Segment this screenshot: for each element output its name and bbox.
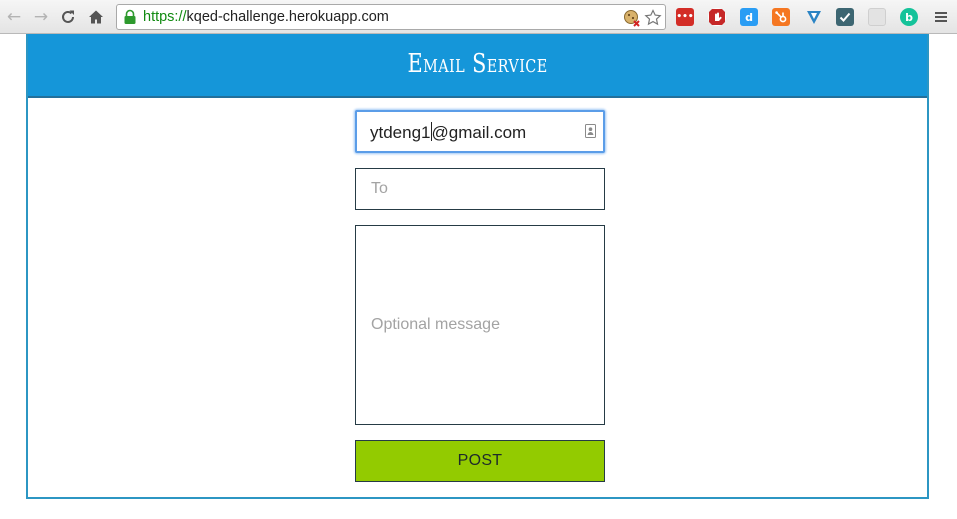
disconnect-icon[interactable]: d xyxy=(740,8,758,26)
grammarly-icon[interactable]: b xyxy=(900,8,918,26)
autofill-contact-icon[interactable] xyxy=(585,124,596,138)
lock-icon xyxy=(124,9,136,24)
message-placeholder: Optional message xyxy=(371,316,500,333)
checkmark-extension-icon[interactable] xyxy=(836,8,854,26)
cookie-blocked-icon[interactable] xyxy=(622,8,641,27)
menu-icon[interactable] xyxy=(930,6,952,28)
url-text: https://kqed-challenge.herokuapp.com xyxy=(143,9,389,25)
ublock-icon[interactable] xyxy=(708,8,726,26)
message-textarea[interactable]: Optional message xyxy=(355,225,605,425)
to-email-input[interactable]: To xyxy=(355,168,605,210)
reload-icon[interactable] xyxy=(57,6,79,28)
bookmark-star-icon[interactable] xyxy=(643,8,662,27)
header-divider xyxy=(28,96,927,98)
page-title: Email Service xyxy=(407,49,548,79)
vimium-icon[interactable] xyxy=(805,8,823,26)
lastpass-icon[interactable]: ••• xyxy=(676,8,694,26)
page-header: Email Service xyxy=(28,34,927,96)
back-arrow-icon[interactable]: ← xyxy=(3,6,25,28)
from-email-after-caret: @gmail.com xyxy=(431,123,527,142)
blank-extension-icon[interactable] xyxy=(868,8,886,26)
url-scheme: https:// xyxy=(143,9,187,25)
home-icon[interactable] xyxy=(85,6,107,28)
address-bar[interactable]: https://kqed-challenge.herokuapp.com xyxy=(116,4,666,30)
forward-arrow-icon[interactable]: → xyxy=(30,6,52,28)
from-email-value: ytdeng1@gmail.com xyxy=(370,122,526,143)
browser-toolbar: ← → https://kqed-challenge.herokuapp.com xyxy=(0,0,957,34)
to-placeholder: To xyxy=(371,180,388,197)
url-host: kqed-challenge.herokuapp.com xyxy=(186,9,389,25)
from-email-input[interactable]: ytdeng1@gmail.com xyxy=(355,110,605,153)
post-button[interactable]: POST xyxy=(355,440,605,482)
page-container: Email Service ytdeng1@gmail.com To Optio… xyxy=(26,34,929,499)
hubspot-icon[interactable] xyxy=(772,8,790,26)
from-email-before-caret: ytdeng1 xyxy=(370,123,431,142)
